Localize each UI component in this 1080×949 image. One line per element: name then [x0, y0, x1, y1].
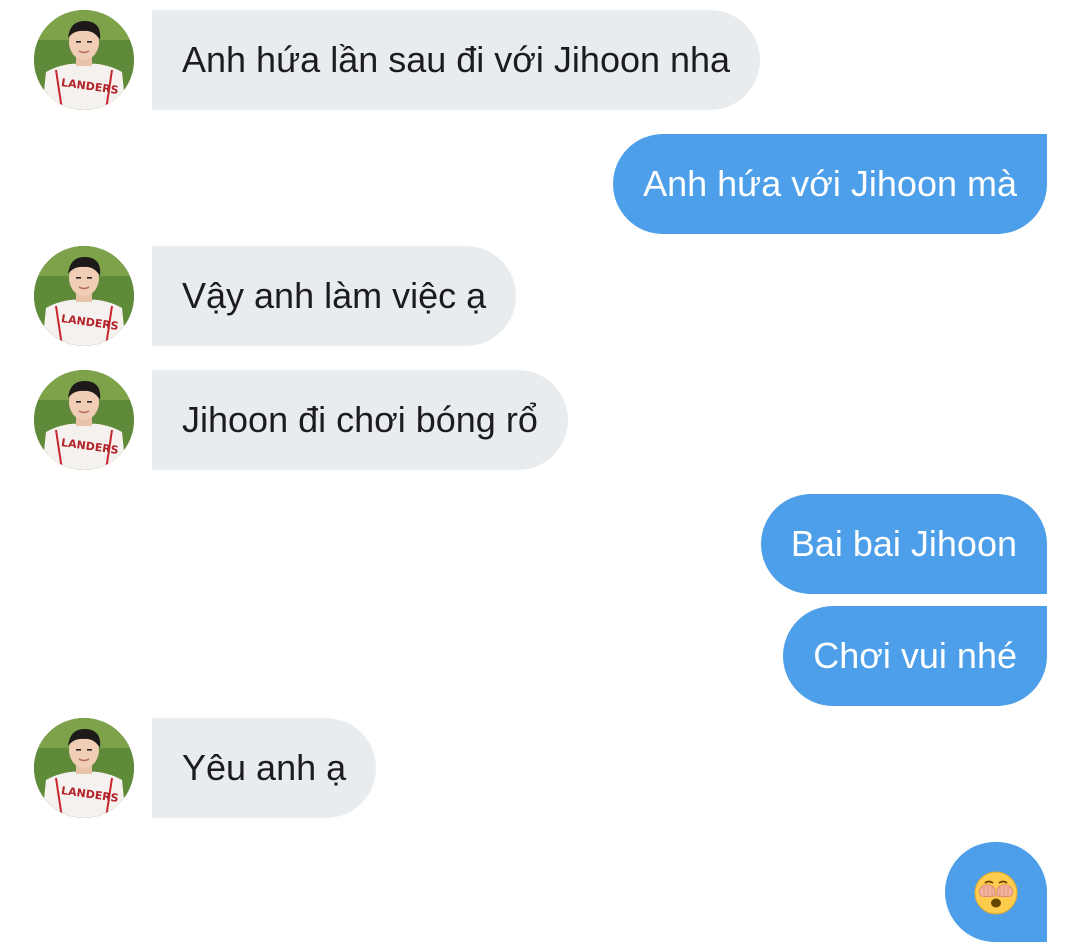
outgoing-message-bubble[interactable]: Bai bai Jihoon — [760, 494, 1047, 594]
message-text: Bai bai Jihoon — [790, 523, 1017, 564]
message-text: Anh hứa với Jihoon mà — [643, 163, 1017, 204]
message-text: Jihoon đi chơi bóng rổ — [182, 399, 538, 440]
contact-avatar[interactable]: LANDERS — [34, 10, 134, 110]
incoming-message-bubble[interactable]: Jihoon đi chơi bóng rổ — [152, 370, 568, 470]
message-text: Chơi vui nhé — [813, 635, 1017, 676]
contact-avatar[interactable]: LANDERS — [34, 718, 134, 818]
see-no-evil-face-emoji — [974, 871, 1018, 915]
outgoing-emoji-bubble[interactable] — [945, 842, 1047, 942]
outgoing-message-bubble[interactable]: Anh hứa với Jihoon mà — [613, 134, 1047, 234]
message-text: Vậy anh làm việc ạ — [182, 275, 487, 316]
incoming-message-bubble[interactable]: Vậy anh làm việc ạ — [152, 246, 517, 346]
incoming-message-bubble[interactable]: Yêu anh ạ — [152, 718, 377, 818]
message-text: Yêu anh ạ — [182, 747, 347, 788]
contact-avatar[interactable]: LANDERS — [34, 370, 134, 470]
contact-avatar[interactable]: LANDERS — [34, 246, 134, 346]
outgoing-message-bubble[interactable]: Chơi vui nhé — [783, 606, 1047, 706]
message-text: Anh hứa lần sau đi với Jihoon nha — [182, 39, 731, 80]
incoming-message-bubble[interactable]: Anh hứa lần sau đi với Jihoon nha — [152, 10, 761, 110]
